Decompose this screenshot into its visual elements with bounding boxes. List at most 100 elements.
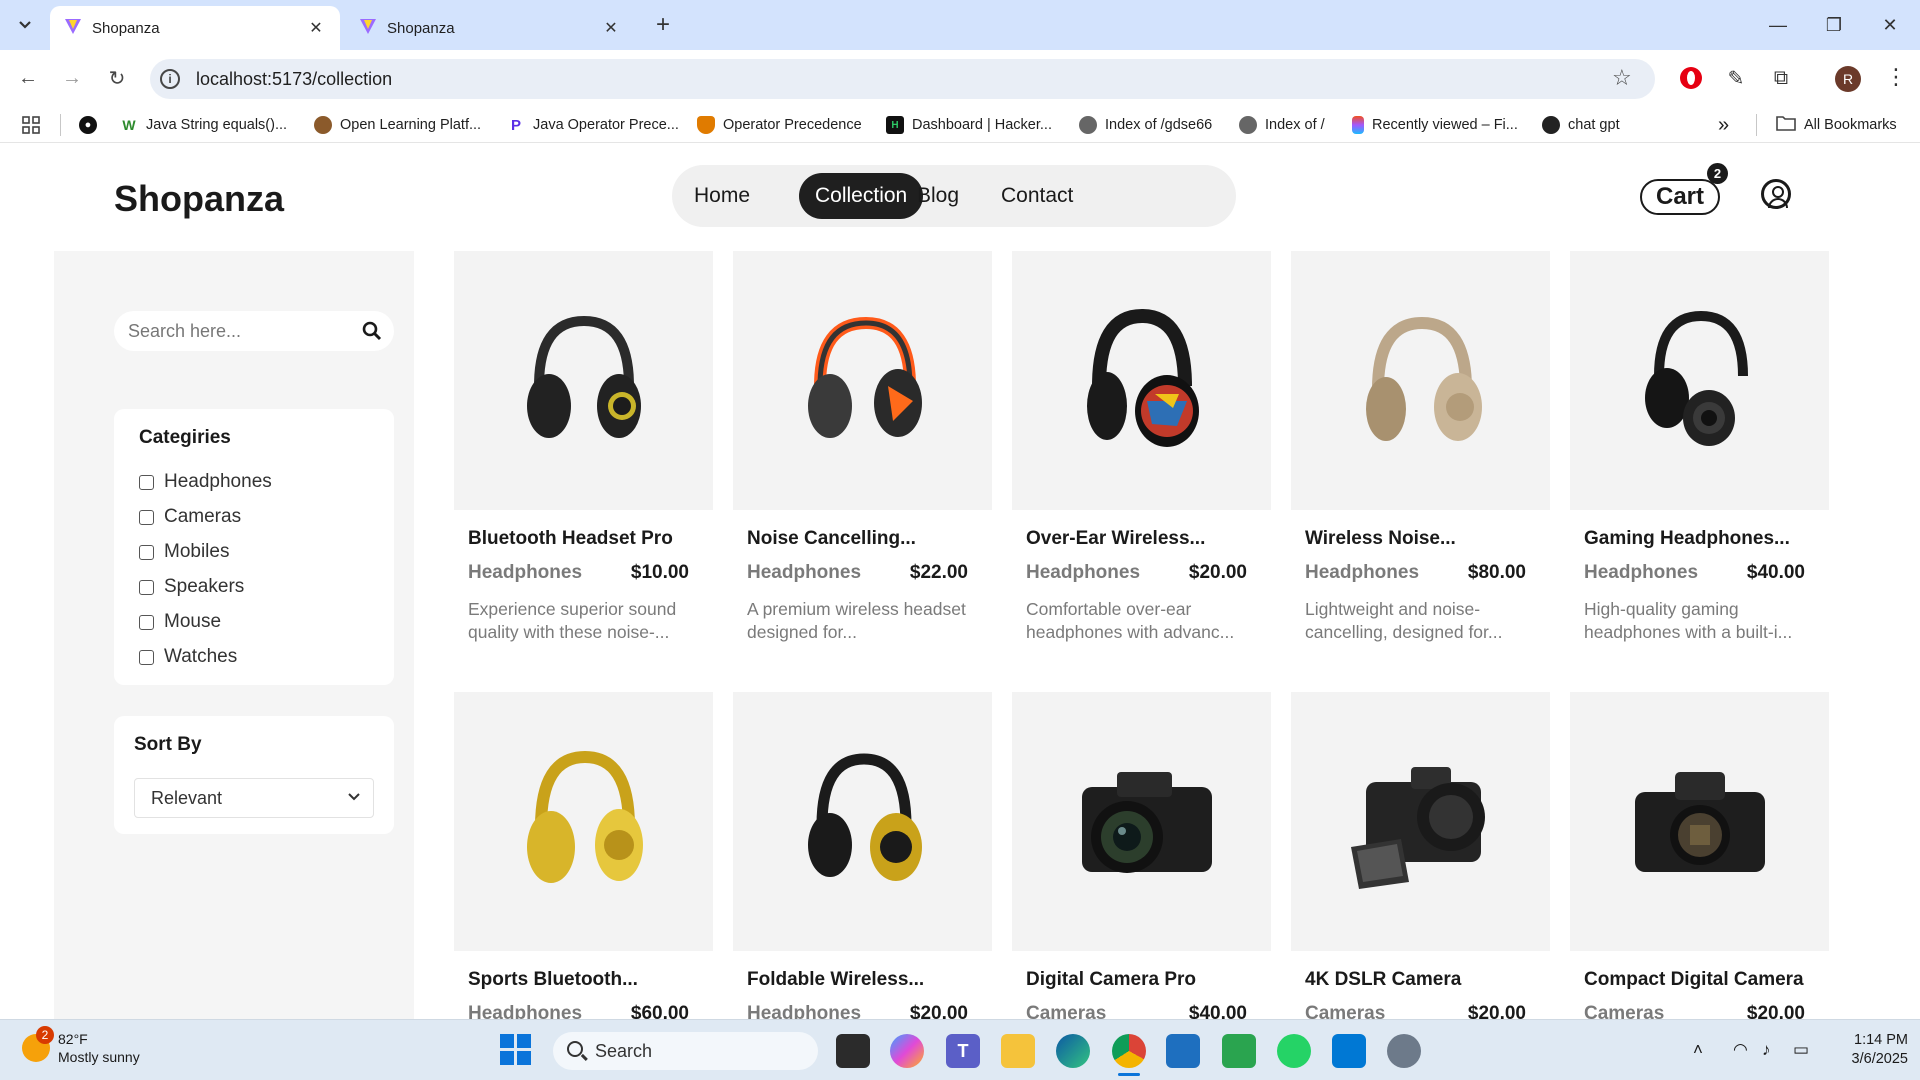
back-icon[interactable]: ← xyxy=(12,62,44,94)
product-card[interactable]: Wireless Noise... Headphones $80.00 Light… xyxy=(1291,251,1550,644)
weather-widget[interactable]: 2 82°F Mostly sunny xyxy=(22,1026,140,1066)
product-card[interactable]: Sports Bluetooth... Headphones $60.00 xyxy=(454,692,713,1019)
windows-start-icon[interactable] xyxy=(500,1034,531,1065)
tab-shopanza-active[interactable]: Shopanza ✕ xyxy=(50,6,340,50)
reload-icon[interactable]: ↻ xyxy=(101,62,133,94)
browser-menu-icon[interactable]: ⋮ xyxy=(1885,64,1907,90)
category-checkbox[interactable] xyxy=(139,474,154,490)
category-checkbox[interactable] xyxy=(139,649,154,665)
close-tab-icon[interactable]: ✕ xyxy=(601,18,621,38)
tab-shopanza[interactable]: Shopanza ✕ xyxy=(345,6,635,50)
task-view-icon[interactable] xyxy=(836,1034,870,1068)
file-explorer-icon[interactable] xyxy=(1001,1034,1035,1068)
category-mouse[interactable]: Mouse xyxy=(139,610,221,634)
cart-button[interactable]: Cart xyxy=(1640,179,1720,215)
category-checkbox[interactable] xyxy=(139,579,154,595)
product-name[interactable]: Over-Ear Wireless... xyxy=(1012,528,1271,550)
vscode-icon[interactable] xyxy=(1332,1034,1366,1068)
system-clock[interactable]: 1:14 PM 3/6/2025 xyxy=(1838,1031,1908,1069)
teams-icon[interactable]: T xyxy=(946,1034,980,1068)
extensions-puzzle-icon[interactable]: ⧉ xyxy=(1767,64,1795,92)
product-image[interactable] xyxy=(1570,692,1829,951)
edge-icon[interactable] xyxy=(1056,1034,1090,1068)
user-account-icon[interactable] xyxy=(1761,179,1791,209)
whatsapp-icon[interactable] xyxy=(1277,1034,1311,1068)
brand-logo[interactable]: Shopanza xyxy=(114,178,284,220)
product-card[interactable]: Digital Camera Pro Cameras $40.00 xyxy=(1012,692,1271,1019)
product-image[interactable] xyxy=(1012,692,1271,951)
apps-grid-icon[interactable] xyxy=(22,114,40,136)
product-image[interactable] xyxy=(1291,692,1550,951)
bookmark-index-gdse66[interactable]: Index of /gdse66 xyxy=(1079,114,1212,136)
product-name[interactable]: Digital Camera Pro xyxy=(1012,969,1271,991)
taskbar-search[interactable]: Search xyxy=(553,1032,818,1070)
product-image[interactable] xyxy=(1012,251,1271,510)
store-app-icon[interactable] xyxy=(1222,1034,1256,1068)
product-name[interactable]: Bluetooth Headset Pro xyxy=(454,528,713,550)
product-name[interactable]: Gaming Headphones... xyxy=(1570,528,1829,550)
search-input[interactable] xyxy=(128,311,348,351)
category-checkbox[interactable] xyxy=(139,509,154,525)
product-name[interactable]: Sports Bluetooth... xyxy=(454,969,713,991)
tray-chevron-up-icon[interactable]: ˄ xyxy=(1693,1040,1703,1060)
new-tab-button[interactable]: + xyxy=(648,10,678,40)
bookmark-index-root[interactable]: Index of / xyxy=(1239,114,1325,136)
product-card[interactable]: Noise Cancelling... Headphones $22.00 A p… xyxy=(733,251,992,644)
product-name[interactable]: Compact Digital Camera xyxy=(1570,969,1829,991)
bookmark-hackerrank-dashboard[interactable]: H Dashboard | Hacker... xyxy=(886,114,1052,136)
category-watches[interactable]: Watches xyxy=(139,645,237,669)
settings-gear-icon[interactable] xyxy=(1387,1034,1421,1068)
category-checkbox[interactable] xyxy=(139,544,154,560)
product-image[interactable] xyxy=(454,251,713,510)
chrome-icon[interactable] xyxy=(1112,1034,1146,1068)
restore-icon[interactable]: ❐ xyxy=(1806,0,1862,50)
product-name[interactable]: 4K DSLR Camera xyxy=(1291,969,1550,991)
product-image[interactable] xyxy=(1570,251,1829,510)
forward-icon[interactable]: → xyxy=(56,62,88,94)
product-card[interactable]: Gaming Headphones... Headphones $40.00 Hi… xyxy=(1570,251,1829,644)
all-bookmarks-button[interactable]: All Bookmarks xyxy=(1776,114,1897,136)
github-icon[interactable]: ● xyxy=(79,114,97,136)
product-card[interactable]: Compact Digital Camera Cameras $20.00 xyxy=(1570,692,1829,1019)
battery-icon[interactable]: ▭ xyxy=(1793,1040,1809,1060)
category-checkbox[interactable] xyxy=(139,614,154,630)
nav-home[interactable]: Home xyxy=(678,173,766,219)
product-image[interactable] xyxy=(733,692,992,951)
address-bar[interactable]: localhost:5173/collection xyxy=(150,59,1655,99)
nav-blog[interactable]: Blog xyxy=(901,173,975,219)
search-icon[interactable] xyxy=(362,321,382,341)
product-card[interactable]: 4K DSLR Camera Cameras $20.00 xyxy=(1291,692,1550,1019)
close-tab-icon[interactable]: ✕ xyxy=(306,18,326,38)
bookmark-java-string-equals[interactable]: W Java String equals()... xyxy=(120,114,287,136)
site-info-icon[interactable]: i xyxy=(160,69,180,89)
bookmark-java-operator-precedence[interactable]: P Java Operator Prece... xyxy=(507,114,679,136)
product-card[interactable]: Over-Ear Wireless... Headphones $20.00 Co… xyxy=(1012,251,1271,644)
sort-select[interactable]: Relevant xyxy=(134,778,374,818)
bookmark-chat-gpt[interactable]: chat gpt xyxy=(1542,114,1620,136)
product-name[interactable]: Foldable Wireless... xyxy=(733,969,992,991)
tab-list-dropdown-icon[interactable] xyxy=(10,10,40,40)
eyedropper-extension-icon[interactable]: ✎ xyxy=(1722,64,1750,92)
product-image[interactable] xyxy=(454,692,713,951)
category-cameras[interactable]: Cameras xyxy=(139,505,241,529)
category-headphones[interactable]: Headphones xyxy=(139,470,272,494)
wifi-icon[interactable]: ◠ xyxy=(1733,1040,1748,1060)
copilot-icon[interactable] xyxy=(890,1034,924,1068)
product-name[interactable]: Noise Cancelling... xyxy=(733,528,992,550)
minimize-icon[interactable]: — xyxy=(1750,0,1806,50)
profile-avatar[interactable]: R xyxy=(1835,66,1861,92)
opera-extension-icon[interactable] xyxy=(1677,64,1705,92)
bookmark-figma-recent[interactable]: Recently viewed – Fi... xyxy=(1352,114,1518,136)
nav-contact[interactable]: Contact xyxy=(985,173,1089,219)
category-speakers[interactable]: Speakers xyxy=(139,575,244,599)
product-card[interactable]: Foldable Wireless... Headphones $20.00 xyxy=(733,692,992,1019)
bookmark-star-icon[interactable]: ☆ xyxy=(1612,65,1632,91)
search-field[interactable] xyxy=(114,311,394,351)
category-mobiles[interactable]: Mobiles xyxy=(139,540,229,564)
close-window-icon[interactable]: ✕ xyxy=(1862,0,1918,50)
volume-icon[interactable]: ♪ xyxy=(1762,1040,1771,1060)
bookmark-operator-precedence[interactable]: Operator Precedence xyxy=(697,114,862,136)
product-image[interactable] xyxy=(733,251,992,510)
product-image[interactable] xyxy=(1291,251,1550,510)
photos-icon[interactable] xyxy=(1166,1034,1200,1068)
